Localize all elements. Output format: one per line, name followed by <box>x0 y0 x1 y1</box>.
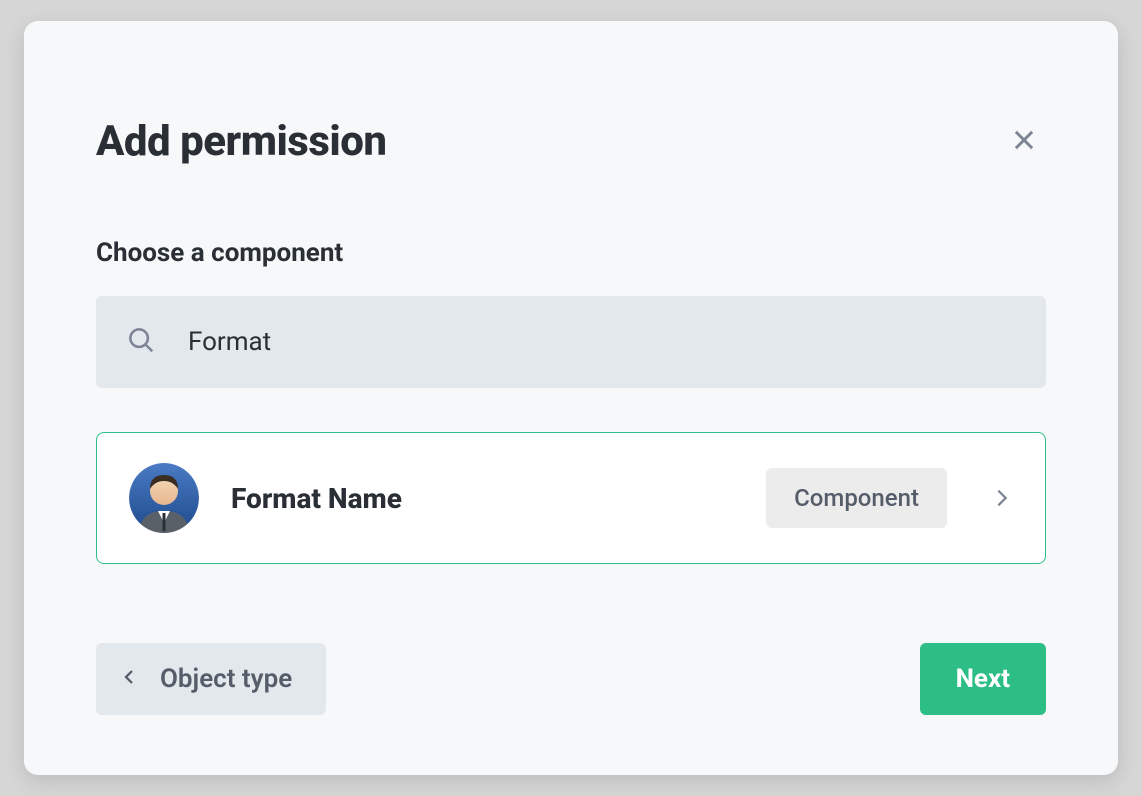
close-button[interactable] <box>1002 118 1046 165</box>
next-button[interactable]: Next <box>920 643 1046 715</box>
add-permission-modal: Add permission Choose a component <box>24 21 1118 775</box>
back-button[interactable]: Object type <box>96 643 326 715</box>
component-search-input[interactable] <box>188 327 1016 357</box>
chevron-right-icon <box>991 487 1013 509</box>
modal-footer: Object type Next <box>96 643 1046 715</box>
search-icon <box>126 325 156 359</box>
close-icon <box>1010 126 1038 157</box>
modal-title: Add permission <box>96 117 387 166</box>
section-label: Choose a component <box>96 238 1046 268</box>
component-search-box[interactable] <box>96 296 1046 388</box>
back-button-label: Object type <box>160 664 292 694</box>
avatar <box>129 463 199 533</box>
result-name: Format Name <box>231 482 766 515</box>
modal-header: Add permission <box>96 117 1046 166</box>
result-item[interactable]: Format Name Component <box>96 432 1046 564</box>
chevron-left-icon <box>120 668 160 690</box>
component-badge: Component <box>766 468 947 528</box>
